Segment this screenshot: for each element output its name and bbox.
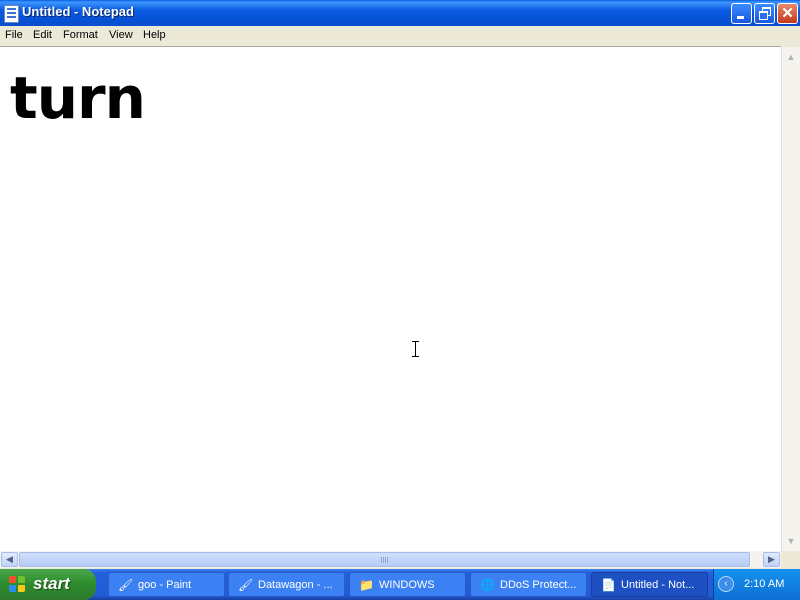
scroll-down-icon[interactable]: ▼ [783, 533, 799, 549]
start-button[interactable]: start [0, 569, 96, 600]
close-icon: ✕ [781, 5, 794, 22]
scroll-thumb[interactable] [19, 552, 750, 567]
folder-icon: 📁 [359, 578, 374, 592]
menu-file[interactable]: File [5, 29, 23, 41]
start-label: start [33, 574, 70, 593]
text-editor[interactable]: turn [0, 46, 781, 552]
restore-button[interactable] [754, 3, 775, 24]
menu-edit[interactable]: Edit [33, 29, 52, 41]
title-bar[interactable]: Untitled - Notepad ✕ [0, 0, 800, 26]
paint-icon: 🖌 [118, 578, 134, 592]
minimize-button[interactable] [731, 3, 752, 24]
browser-icon: 🌐 [480, 578, 495, 592]
close-button[interactable]: ✕ [777, 3, 798, 24]
horizontal-scrollbar[interactable]: ◀ ▶ [0, 551, 781, 568]
notepad-icon [4, 5, 19, 23]
editor-content: turn [10, 64, 146, 132]
taskbar-item-label: Untitled - Not... [621, 579, 695, 591]
menu-view[interactable]: View [109, 29, 133, 41]
system-tray: ‹ 2:10 AM [713, 569, 800, 600]
vertical-scrollbar[interactable]: ▲ ▼ [781, 47, 800, 551]
menu-help[interactable]: Help [143, 29, 166, 41]
window-title: Untitled - Notepad [22, 4, 134, 19]
scroll-right-icon[interactable]: ▶ [763, 552, 780, 567]
taskbar: start 🖌 goo - Paint 🖌 Datawagon - ... 📁 … [0, 569, 800, 600]
chevron-left-icon[interactable]: ‹ [718, 576, 734, 592]
taskbar-item-ddos[interactable]: 🌐 DDoS Protect... [470, 572, 587, 597]
paint-icon: 🖌 [238, 578, 254, 592]
menu-format[interactable]: Format [63, 29, 98, 41]
taskbar-item-paint[interactable]: 🖌 goo - Paint [108, 572, 225, 597]
taskbar-item-datawagon[interactable]: 🖌 Datawagon - ... [228, 572, 345, 597]
menu-bar: File Edit Format View Help [0, 26, 800, 45]
size-grip [781, 551, 800, 568]
taskbar-item-notepad[interactable]: 📄 Untitled - Not... [591, 572, 708, 597]
text-cursor-icon [412, 341, 420, 357]
scroll-left-icon[interactable]: ◀ [1, 552, 18, 567]
scroll-up-icon[interactable]: ▲ [783, 49, 799, 65]
taskbar-item-label: goo - Paint [138, 579, 192, 591]
taskbar-item-label: WINDOWS [379, 579, 435, 591]
clock[interactable]: 2:10 AM [744, 578, 784, 590]
taskbar-item-label: DDoS Protect... [500, 579, 577, 591]
windows-logo-icon [9, 576, 26, 593]
notepad-icon: 📄 [601, 578, 616, 592]
taskbar-item-label: Datawagon - ... [258, 579, 333, 591]
taskbar-item-windows[interactable]: 📁 WINDOWS [349, 572, 466, 597]
